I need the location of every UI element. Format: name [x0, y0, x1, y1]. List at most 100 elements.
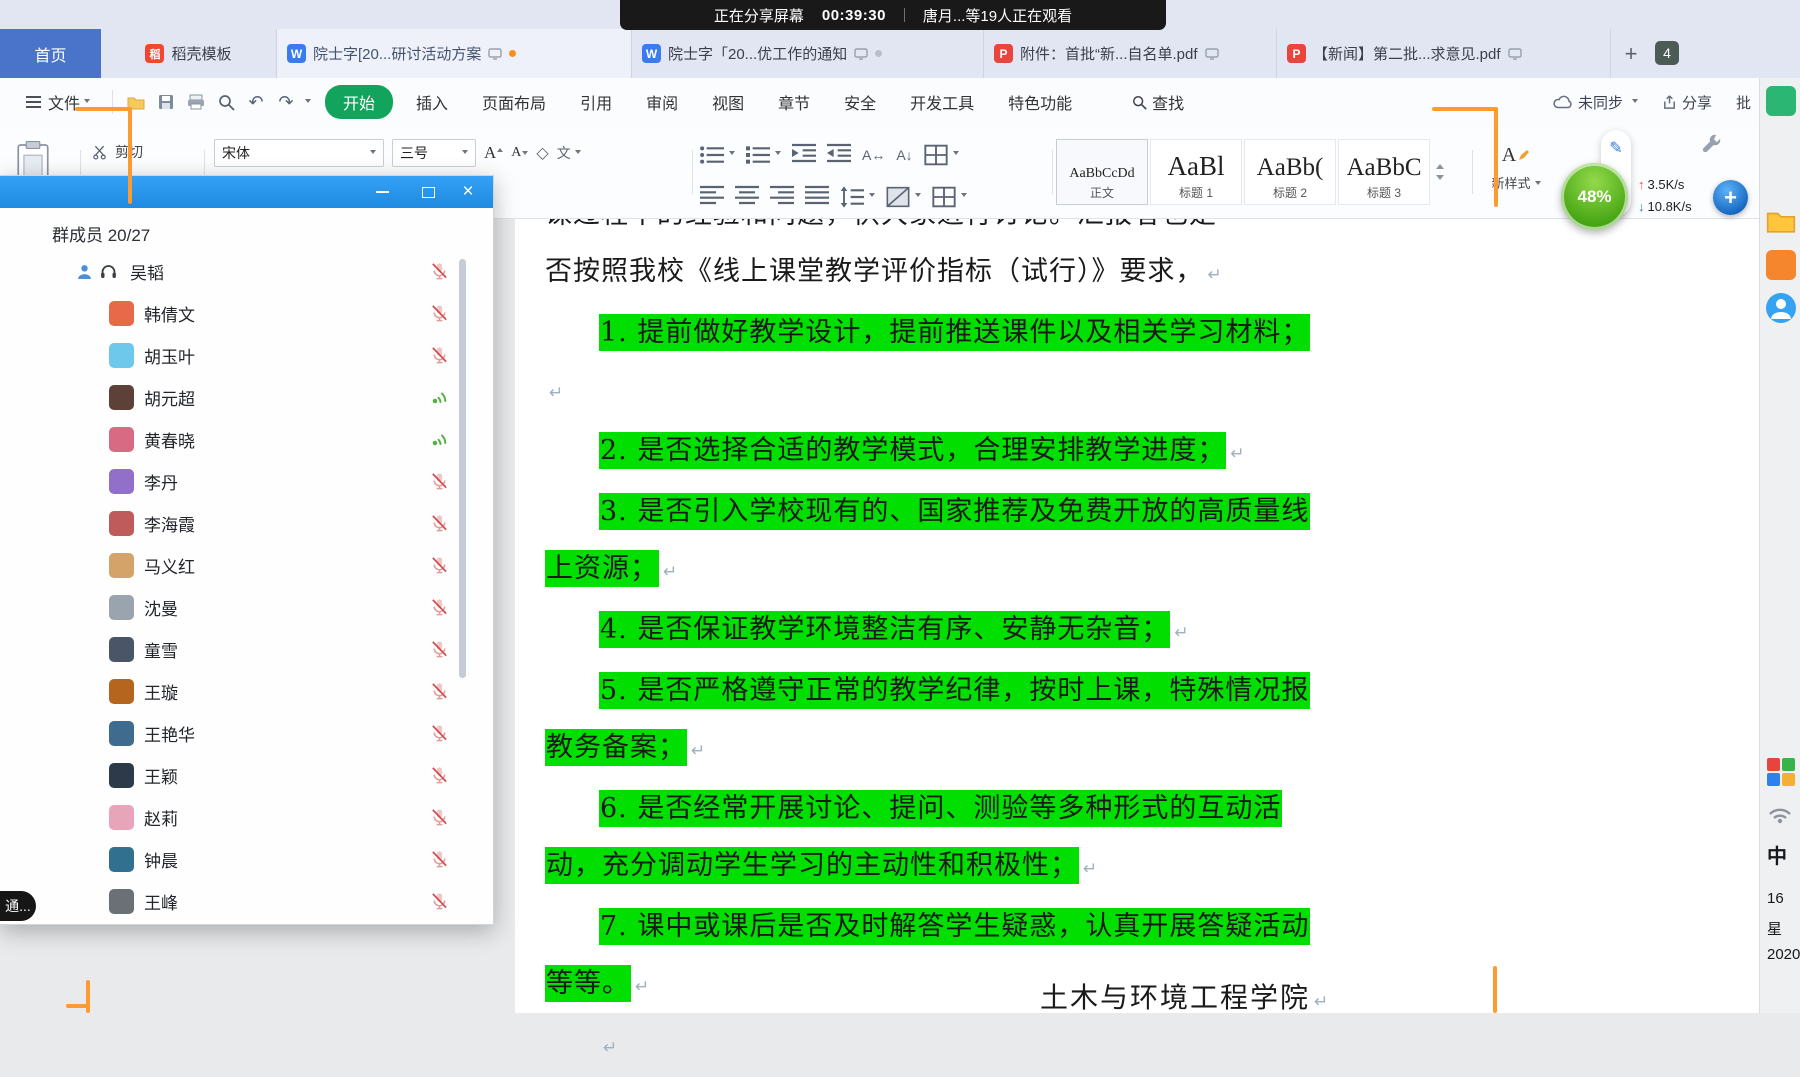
pen-icon[interactable]: ✎	[1609, 138, 1622, 158]
sync-status-button[interactable]: 未同步	[1553, 92, 1638, 113]
mic-speaking-icon[interactable]	[430, 430, 450, 448]
text-direction-button[interactable]: A↔	[862, 147, 885, 163]
green-app-icon[interactable]	[1766, 86, 1796, 116]
menu-tab-view[interactable]: 视图	[695, 85, 761, 119]
participant-row[interactable]: 吴韬	[0, 250, 493, 292]
wrench-tool-button[interactable]	[1700, 132, 1724, 161]
font-size-select[interactable]: 三号	[392, 139, 476, 167]
mic-muted-icon[interactable]	[430, 766, 449, 785]
menu-tab-references[interactable]: 引用	[563, 85, 629, 119]
comment-button[interactable]: 批	[1736, 92, 1751, 113]
tab-document-2[interactable]: W 院士字「20...优工作的通知	[632, 29, 984, 78]
participant-row[interactable]: 王峰	[0, 880, 493, 922]
participant-row[interactable]: 黄春晓	[0, 418, 493, 460]
new-style-button[interactable]: A 新样式	[1480, 144, 1552, 192]
participant-row[interactable]: 李海霞	[0, 502, 493, 544]
increase-indent-button[interactable]	[827, 142, 851, 167]
numbering-button[interactable]	[746, 144, 781, 166]
mic-muted-icon[interactable]	[430, 556, 449, 575]
menu-tab-developer[interactable]: 开发工具	[893, 85, 991, 119]
ime-indicator[interactable]: 中	[1767, 840, 1787, 869]
participants-scrollbar[interactable]	[459, 259, 466, 678]
line-spacing-button[interactable]	[840, 186, 875, 208]
style-heading-3[interactable]: AaBbC 标题 3	[1338, 139, 1430, 205]
shading-button[interactable]	[886, 186, 921, 208]
redo-button[interactable]: ↷	[271, 87, 301, 117]
menu-tab-insert[interactable]: 插入	[399, 85, 465, 119]
font-name-select[interactable]: 宋体	[214, 139, 384, 167]
maximize-button[interactable]	[413, 176, 443, 208]
clear-format-button[interactable]: ◇	[536, 143, 548, 163]
find-button[interactable]: 查找	[1115, 85, 1201, 119]
increase-font-button[interactable]: A	[484, 143, 503, 163]
mic-muted-icon[interactable]	[430, 808, 449, 827]
participant-row[interactable]: 王艳华	[0, 712, 493, 754]
mic-speaking-icon[interactable]	[430, 388, 450, 406]
mic-muted-icon[interactable]	[430, 598, 449, 617]
mic-muted-icon[interactable]	[430, 682, 449, 701]
share-button[interactable]: 分享	[1662, 92, 1712, 113]
minimize-button[interactable]	[367, 176, 397, 208]
align-right-button[interactable]	[770, 184, 794, 209]
new-tab-button[interactable]: +	[1611, 29, 1651, 78]
close-button[interactable]: ×	[453, 176, 483, 208]
menu-tab-security[interactable]: 安全	[827, 85, 893, 119]
bullets-button[interactable]	[700, 144, 735, 166]
mic-muted-icon[interactable]	[430, 304, 449, 323]
style-heading-2[interactable]: AaBb( 标题 2	[1244, 139, 1336, 205]
mic-muted-icon[interactable]	[430, 514, 449, 533]
align-left-button[interactable]	[700, 184, 724, 209]
app-grid-icon[interactable]	[1767, 758, 1797, 788]
print-preview-button[interactable]	[211, 87, 241, 117]
contact-avatar-icon[interactable]	[1766, 293, 1796, 323]
mic-muted-icon[interactable]	[430, 724, 449, 743]
participant-row[interactable]: 童雪	[0, 628, 493, 670]
boost-button[interactable]: +	[1713, 180, 1748, 215]
menu-tab-review[interactable]: 审阅	[629, 85, 695, 119]
participant-row[interactable]: 胡玉叶	[0, 334, 493, 376]
tab-document-3[interactable]: P 附件：首批“新...自名单.pdf	[984, 29, 1277, 78]
participant-row[interactable]: 沈曼	[0, 586, 493, 628]
participant-row[interactable]: 王璇	[0, 670, 493, 712]
cut-button[interactable]: 剪切	[92, 142, 143, 162]
open-folder-button[interactable]	[121, 87, 151, 117]
mic-muted-icon[interactable]	[430, 850, 449, 869]
styles-scroll-down[interactable]	[1436, 175, 1444, 184]
menu-tab-home[interactable]: 开始	[325, 85, 393, 119]
network-signal-icon[interactable]	[1766, 800, 1796, 830]
menu-tab-page-layout[interactable]: 页面布局	[465, 85, 563, 119]
mic-muted-icon[interactable]	[430, 262, 449, 281]
network-accelerator-badge[interactable]: 48%	[1561, 163, 1628, 230]
mic-muted-icon[interactable]	[430, 346, 449, 365]
participant-row[interactable]: 钟晨	[0, 838, 493, 880]
participant-row[interactable]: 王颖	[0, 754, 493, 796]
save-button[interactable]	[151, 87, 181, 117]
phonetic-guide-button[interactable]: 文	[557, 143, 581, 163]
file-menu-button[interactable]: 文件	[0, 78, 104, 126]
tab-docer-templates[interactable]: 稻 稻壳模板	[101, 29, 277, 78]
participants-titlebar[interactable]: ×	[0, 176, 493, 208]
table-button[interactable]	[932, 186, 967, 208]
tab-home[interactable]: 首页	[0, 29, 101, 78]
tab-count-badge[interactable]: 4	[1655, 41, 1679, 65]
print-button[interactable]	[181, 87, 211, 117]
styles-scroll-up[interactable]	[1436, 160, 1444, 169]
style-heading-1[interactable]: AaBl 标题 1	[1150, 139, 1242, 205]
decrease-indent-button[interactable]	[792, 142, 816, 167]
share-viewers[interactable]: 唐月...等19人正在观看	[923, 5, 1072, 26]
participant-row[interactable]: 韩倩文	[0, 292, 493, 334]
justify-button[interactable]	[805, 184, 829, 209]
tab-document-4[interactable]: P 【新闻】第二批...求意见.pdf	[1277, 29, 1611, 78]
style-normal[interactable]: AaBbCcDd 正文	[1056, 139, 1148, 205]
sort-button[interactable]: A↓	[896, 147, 912, 163]
menu-tab-section[interactable]: 章节	[761, 85, 827, 119]
scrollbar-thumb[interactable]	[459, 259, 466, 678]
tab-document-1-active[interactable]: W 院士字[20...研讨活动方案	[277, 29, 632, 78]
undo-button[interactable]: ↶	[241, 87, 271, 117]
decrease-font-button[interactable]: A	[511, 145, 528, 161]
borders-button[interactable]	[924, 144, 959, 166]
align-center-button[interactable]	[735, 184, 759, 209]
folder-shortcut-icon[interactable]	[1766, 208, 1796, 238]
orange-app-icon[interactable]	[1766, 250, 1796, 280]
mic-muted-icon[interactable]	[430, 472, 449, 491]
